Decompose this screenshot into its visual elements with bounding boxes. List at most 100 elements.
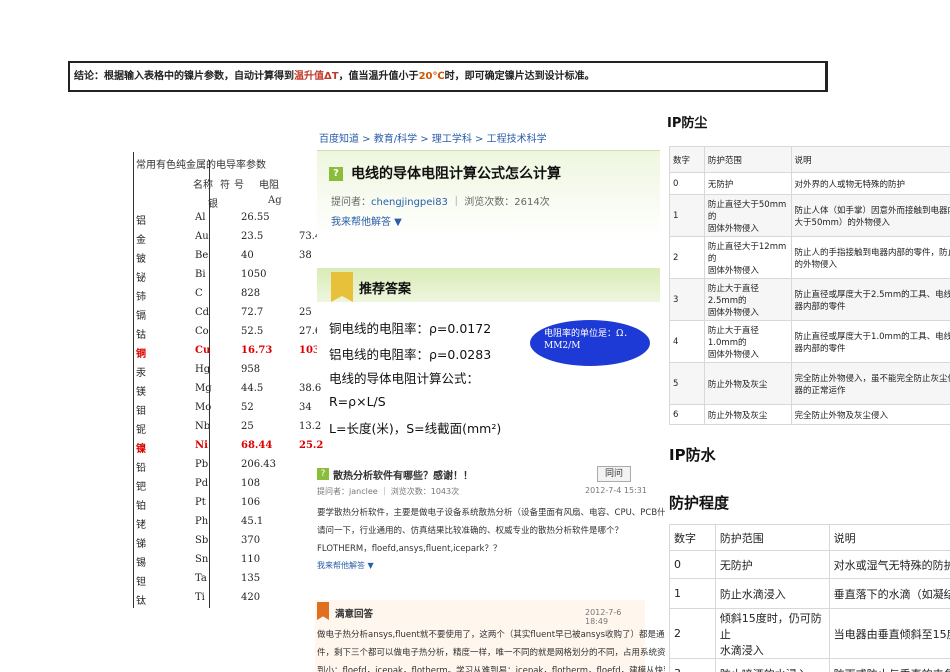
cell-sym: Sb: [195, 535, 209, 546]
table-cell: 对外界的人或物无特殊的防护: [790, 172, 950, 195]
cell-rho: 26.55: [241, 212, 270, 223]
cell-sym: Nb: [195, 421, 211, 432]
conclusion-highlight-20c: 20℃: [418, 71, 445, 82]
table-cell: 4: [669, 320, 705, 363]
cell-name: 铜: [136, 349, 146, 360]
same-question-button[interactable]: 同问: [597, 466, 631, 482]
cell-name: 铂: [136, 501, 146, 512]
conclusion-prefix: 结论：根据输入表格中的镍片参数，自动计算得到: [74, 71, 294, 82]
ip-dust-title: IP防尘: [667, 116, 708, 131]
table-cell: 完全防止外物及灰尘侵入: [790, 404, 950, 425]
conclusion-suffix: 时，即可确定镍片达到设计标准。: [444, 71, 595, 82]
cell-sym: Mo: [195, 402, 212, 413]
table-cell: 防止水滴浸入: [714, 578, 830, 609]
cell-rho: 72.7: [241, 307, 264, 318]
star-ribbon-icon: [331, 272, 353, 302]
cell-rho: 25: [241, 421, 254, 432]
cell-name: 钛: [136, 596, 146, 607]
table-cell: 1: [669, 578, 716, 609]
table-cell: 3: [669, 658, 716, 672]
cell-sym: Pb: [195, 459, 209, 470]
cell-sym: Hg: [195, 364, 211, 375]
conclusion-banner: 结论：根据输入表格中的镍片参数，自动计算得到温升值ΔT，值当温升值小于20℃时，…: [68, 61, 828, 92]
related-question-title[interactable]: 散热分析软件有哪些？感谢！！: [333, 467, 473, 482]
header-hao: 号: [234, 180, 244, 191]
recommended-answer-header: 推荐答案: [317, 268, 660, 302]
table-cell: 2: [669, 608, 716, 659]
table-row: 1防止水滴浸入垂直落下的水滴（如凝结水: [669, 578, 950, 609]
breadcrumb[interactable]: 百度知道 > 教育/科学 > 理工学科 > 工程技术科学: [319, 130, 547, 145]
cell-extra: 25: [299, 307, 312, 318]
table-cell: 防雨或防止与垂直的夹角小: [828, 658, 950, 672]
header-cell: 数字: [669, 524, 716, 551]
table-cell: 防止直径大于12mm的 固体外物侵入: [703, 236, 792, 279]
cell-rho: 52.5: [241, 326, 264, 337]
answer-line: 铜电线的电阻率：ρ=0.0172: [329, 321, 492, 336]
table-cell: 防止直径或厚度大于2.5mm的工具、电线及 器内部的零件: [790, 278, 950, 321]
table-row: 镁 Mg 44.5 38.6: [133, 383, 323, 402]
cell-name: 铑: [136, 520, 146, 531]
cell-name: 锡: [136, 558, 146, 569]
table-row: 钽 Ta 135: [133, 573, 323, 592]
cell-sym: Ph: [195, 516, 209, 527]
satisfied-answer-line: 件，剩下三个都可以做电子热分析，精度一样，唯一不同的就是网格划分的不同，占用系统…: [317, 648, 665, 658]
table-row: 铌 Nb 25 13.2: [133, 421, 323, 440]
table-row: 3防止喷洒的水浸入防雨或防止与垂直的夹角小: [669, 658, 950, 672]
cell-rho: 108: [241, 478, 261, 489]
cell-rho: 370: [241, 535, 261, 546]
table-cell: 对水或湿气无特殊的防护: [828, 550, 950, 579]
satisfied-answer: 满意回答 2012-7-6 18:49 做电子热分析ansys,fluent就不…: [315, 600, 665, 672]
cell-sym: Mg: [195, 383, 212, 394]
cell-name: 镍: [136, 444, 146, 455]
cell-rho: 420: [241, 592, 261, 603]
related-question: ? 散热分析软件有哪些？感谢！！ 同问 提问者：janclee ｜ 浏览次数：1…: [315, 460, 665, 580]
table-row: 汞 Hg 958: [133, 364, 323, 383]
header-fu: 符: [220, 180, 230, 191]
cell-sym: Ta: [195, 573, 207, 584]
related-question-line: FLOTHERM，floefd,ansys,fluent,icepark？？: [317, 544, 502, 554]
table-row: 锡 Sn 110: [133, 554, 323, 573]
cell-rho: 16.73: [241, 345, 273, 356]
asker-link[interactable]: chengjingpei83: [371, 197, 448, 208]
cell-sym: Sn: [195, 554, 209, 565]
cell-rho: 110: [241, 554, 261, 565]
cell-name: 钽: [136, 577, 146, 588]
table-row: 6 防止外物及灰尘 完全防止外物及灰尘侵入: [669, 404, 950, 425]
question-icon: ?: [329, 167, 343, 181]
related-question-line: 请问一下，行业通用的、仿真结果比较准确的、权威专业的散热分析软件是哪个？: [317, 526, 624, 536]
help-answer-link[interactable]: 我来帮他解答 ▼: [317, 560, 374, 571]
help-answer-link[interactable]: 我来帮他解答 ▼: [331, 213, 402, 228]
answer-line: 电线的导体电阻计算公式：: [329, 371, 480, 386]
table-cell: 倾斜15度时，仍可防止 水滴浸入: [714, 608, 830, 659]
cell-sym: C: [195, 288, 203, 299]
ip-rating-panel: IP防尘 数字 防护范围 说明 0 无防护 对外界的人或物无特殊的防护 1 防止直径大于50m…: [665, 108, 950, 672]
resistivity-table: 常用有色纯金属的电导率参数 名称 符 号 电阻 银 Ag 铝 Al 26.55 金 Au…: [133, 152, 323, 608]
view-count: 浏览次数：2614次: [464, 197, 550, 208]
ip-dust-table: 数字 防护范围 说明 0 无防护 对外界的人或物无特殊的防护 1 防止直径大于50mm的 固体…: [669, 146, 950, 425]
cell-name: 铅: [136, 463, 146, 474]
cell-rho: 45.1: [241, 516, 264, 527]
related-question-line: 要学散热分析软件，主要是做电子设备系统散热分析（设备里面有风扇、电容、CPU、P…: [317, 508, 665, 518]
conclusion-highlight-delta-t: 温升值ΔT: [294, 71, 339, 82]
table-row: 铂 Pt 106: [133, 497, 323, 516]
table-row: 3 防止大于直径2.5mm的 固体外物侵入 防止直径或厚度大于2.5mm的工具、电线…: [669, 278, 950, 321]
table-cell: 防止人体（如手掌）因意外而接触到电器内 大于50mm）的外物侵入: [790, 194, 950, 237]
cell-sym: Ti: [195, 592, 205, 603]
ribbon-icon: [317, 602, 329, 620]
cell-name: 钯: [136, 482, 146, 493]
zhidao-panel: 百度知道 > 教育/科学 > 理工学科 > 工程技术科学 ? 电线的导体电阻计算…: [315, 128, 665, 672]
table-cell: 垂直落下的水滴（如凝结水: [828, 578, 950, 609]
table-row: 5 防止外物及灰尘 完全防止外物侵入，虽不能完全防止灰尘侵 器的正常运作: [669, 362, 950, 405]
table-row: 金 Au 23.5 73.4: [133, 231, 323, 250]
table-row: 钴 Co 52.5 27.6: [133, 326, 323, 345]
header-resistance: 电阻: [259, 180, 279, 191]
table-row: 铜Cu16.73103.0: [133, 345, 323, 364]
table-row: 铍 Be 40 38: [133, 250, 323, 269]
table-cell: 无防护: [703, 172, 792, 195]
answer-line: L=长度(米)，S=线截面(mm²): [329, 421, 502, 436]
cell-sym: Pt: [195, 497, 206, 508]
table-row: 0 无防护 对外界的人或物无特殊的防护: [669, 172, 950, 195]
cell-rho: 40: [241, 250, 254, 261]
table-cell: 防止外物及灰尘: [703, 362, 792, 405]
table-row: 钯 Pd 108: [133, 478, 323, 497]
